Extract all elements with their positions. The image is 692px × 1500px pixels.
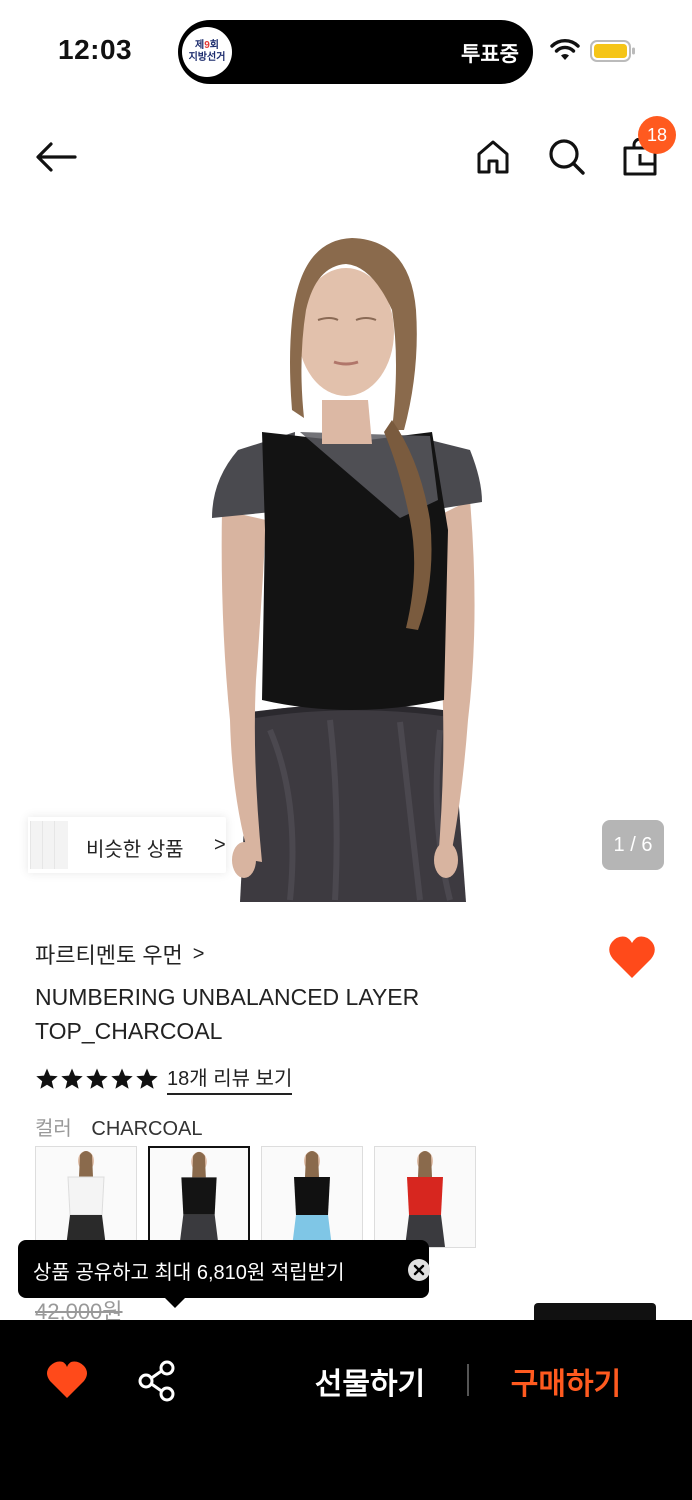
swatch-thumbnail	[405, 1151, 445, 1247]
chevron-right-icon: >	[214, 834, 226, 856]
swatch-thumbnail	[179, 1151, 219, 1246]
star-icon	[136, 1068, 158, 1089]
home-button[interactable]	[470, 134, 516, 180]
star-icon	[61, 1068, 83, 1089]
share-reward-tooltip: 상품 공유하고 최대 6,810원 적립받기	[18, 1240, 431, 1308]
swatch-charcoal[interactable]	[148, 1146, 250, 1248]
wifi-icon	[550, 39, 580, 60]
buy-button[interactable]: 구매하기	[494, 1356, 638, 1406]
swatch-red[interactable]	[374, 1146, 476, 1248]
brand-name: 파르티멘토 우먼	[35, 943, 183, 968]
swatch-thumbnail	[292, 1151, 332, 1247]
battery-icon	[590, 40, 635, 62]
election-badge: 제9회 지방선거	[182, 27, 232, 77]
star-icon	[36, 1068, 58, 1089]
close-icon[interactable]	[407, 1258, 431, 1282]
similar-products-label: 비슷한 상품	[86, 839, 184, 861]
status-time: 12:03	[58, 34, 133, 65]
star-icon	[86, 1068, 108, 1089]
status-bar: 12:03 제9회 지방선거 투표중	[0, 0, 692, 100]
back-button[interactable]	[30, 136, 82, 178]
swatch-black[interactable]	[261, 1146, 363, 1248]
search-button[interactable]	[544, 134, 590, 180]
image-page-indicator: 1 / 6	[602, 820, 664, 870]
dynamic-island: 제9회 지방선거 투표중	[178, 20, 533, 84]
back-arrow-icon	[36, 142, 77, 172]
gift-button[interactable]: 선물하기	[300, 1356, 440, 1406]
cart-count-badge: 18	[638, 116, 676, 154]
similar-products-button[interactable]: 비슷한 상품 >	[28, 817, 226, 873]
share-icon[interactable]	[136, 1360, 178, 1402]
product-model-photo	[212, 238, 482, 902]
tooltip-tail	[165, 1298, 185, 1308]
home-icon	[477, 140, 509, 174]
top-nav: 18	[0, 116, 692, 198]
vote-status: 투표중	[461, 43, 519, 66]
search-icon	[549, 139, 585, 175]
tooltip-text: 상품 공유하고 최대 6,810원 적립받기	[33, 1262, 345, 1284]
star-rating	[35, 1067, 159, 1091]
election-badge-line2: 지방선거	[188, 52, 226, 63]
wishlist-heart-icon[interactable]	[46, 1360, 88, 1400]
star-icon	[111, 1068, 133, 1089]
product-image-gallery[interactable]: 비슷한 상품 > 1 / 6	[0, 200, 692, 902]
chevron-right-icon: >	[192, 942, 205, 965]
rating-row: 18개 리뷰 보기	[35, 1062, 293, 1095]
color-value: CHARCOAL	[91, 1118, 203, 1140]
divider	[467, 1364, 469, 1396]
color-label: 컬러	[35, 1118, 72, 1140]
color-row: 컬러 CHARCOAL	[35, 1112, 203, 1141]
color-swatches	[35, 1146, 476, 1248]
swatch-thumbnail	[66, 1151, 106, 1247]
bottom-action-bar: 선물하기 구매하기	[0, 1320, 692, 1500]
brand-link[interactable]: 파르티멘토 우먼 >	[35, 938, 204, 970]
wishlist-heart-icon[interactable]	[608, 934, 656, 980]
swatch-white[interactable]	[35, 1146, 137, 1248]
product-title: NUMBERING UNBALANCED LAYER TOP_CHARCOAL	[35, 984, 420, 1044]
similar-thumbnails-stack	[28, 821, 68, 869]
review-link[interactable]: 18개 리뷰 보기	[167, 1062, 293, 1095]
